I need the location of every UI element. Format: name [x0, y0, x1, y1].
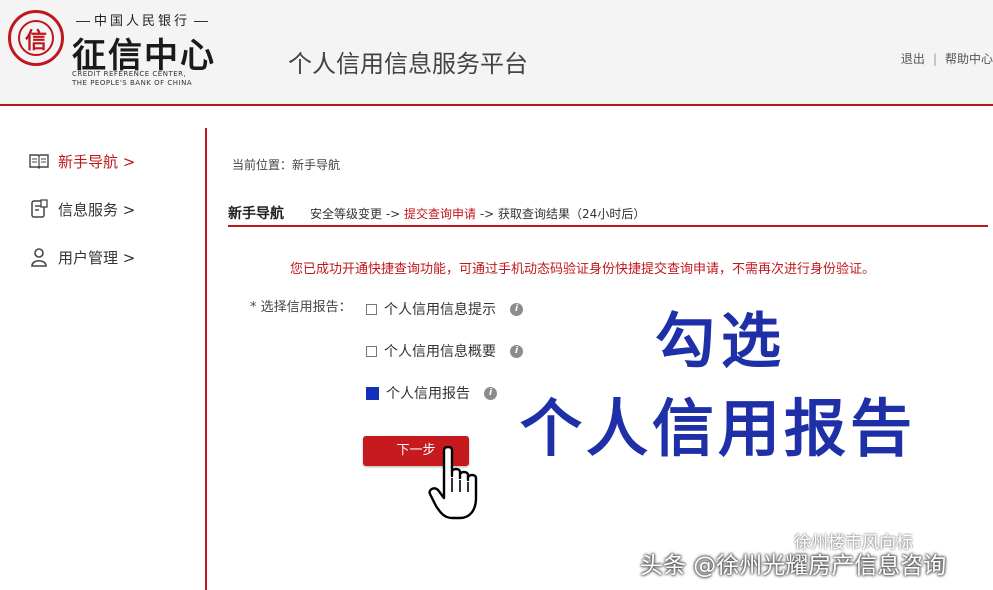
- sidebar-item-beginner-guide[interactable]: 新手导航 >: [28, 148, 135, 174]
- step-get-result: -> 获取查询结果（24小时后）: [476, 207, 646, 221]
- option-label: 个人信用信息概要: [384, 344, 496, 360]
- logo-english-line1: CREDIT REFERENCE CENTER,: [72, 70, 187, 78]
- top-links-separator: |: [932, 52, 937, 66]
- step-submit-query-current: 提交查询申请: [404, 207, 477, 221]
- source-watermark: 头条 @徐州光耀房产信息咨询: [640, 553, 947, 579]
- annotation-check-text: 勾选: [655, 307, 787, 377]
- option-credit-report[interactable]: 个人信用报告 i: [366, 384, 497, 402]
- info-icon[interactable]: i: [510, 344, 523, 358]
- logo-org-name: 中国人民银行: [72, 10, 212, 29]
- option-credit-info-tips[interactable]: 个人信用信息提示 i: [366, 300, 523, 318]
- user-icon: [28, 247, 50, 267]
- sidebar-item-label: 用户管理 >: [58, 248, 136, 267]
- book-icon: [28, 151, 50, 171]
- site-header: 信 中国人民银行 征信中心 CREDIT REFERENCE CENTER, T…: [0, 0, 993, 106]
- credit-info-tips-checkbox[interactable]: [366, 303, 377, 315]
- platform-title: 个人信用信息服务平台: [288, 50, 528, 78]
- guide-tab-bar: 新手导航 安全等级变更 -> 提交查询申请 -> 获取查询结果（24小时后）: [228, 203, 988, 227]
- logout-link[interactable]: 退出: [901, 50, 925, 67]
- hand-pointer-cursor-icon: [428, 445, 494, 530]
- step-indicator: 安全等级变更 -> 提交查询申请 -> 获取查询结果（24小时后）: [310, 205, 645, 222]
- logo-english: CREDIT REFERENCE CENTER, THE PEOPLE'S BA…: [72, 70, 192, 88]
- option-label: 个人信用报告: [386, 386, 470, 402]
- document-icon: [28, 199, 50, 219]
- annotation-credit-report-text: 个人信用报告: [520, 392, 917, 465]
- credit-info-summary-checkbox[interactable]: [366, 345, 377, 357]
- sidebar-nav: 新手导航 > 信息服务 > 用户管理 >: [0, 128, 207, 590]
- step-security-level: 安全等级变更 ->: [310, 207, 405, 221]
- credit-report-checkbox[interactable]: [366, 386, 379, 400]
- option-label: 个人信用信息提示: [384, 302, 496, 318]
- tab-beginner-guide[interactable]: 新手导航: [228, 203, 284, 223]
- report-select-label: * 选择信用报告：: [250, 300, 352, 315]
- sidebar-item-user-management[interactable]: 用户管理 >: [28, 244, 135, 270]
- seal-glyph: 信: [24, 28, 47, 54]
- sidebar-item-label: 新手导航 >: [58, 152, 136, 171]
- sidebar-item-info-service[interactable]: 信息服务 >: [28, 196, 135, 222]
- sidebar-item-label: 信息服务 >: [58, 200, 136, 219]
- quick-query-notice: 您已成功开通快捷查询功能，可通过手机动态码验证身份快捷提交查询申请，不需再次进行…: [290, 262, 876, 277]
- breadcrumb: 当前位置：新手导航: [232, 158, 341, 172]
- logo-english-line2: THE PEOPLE'S BANK OF CHINA: [72, 79, 193, 87]
- top-links: 退出 | 帮助中心: [901, 50, 993, 67]
- option-credit-info-summary[interactable]: 个人信用信息概要 i: [366, 342, 523, 360]
- info-icon[interactable]: i: [484, 386, 497, 400]
- credit-center-seal-logo: 信: [8, 10, 64, 66]
- info-icon[interactable]: i: [510, 302, 523, 316]
- help-center-link[interactable]: 帮助中心: [945, 50, 993, 67]
